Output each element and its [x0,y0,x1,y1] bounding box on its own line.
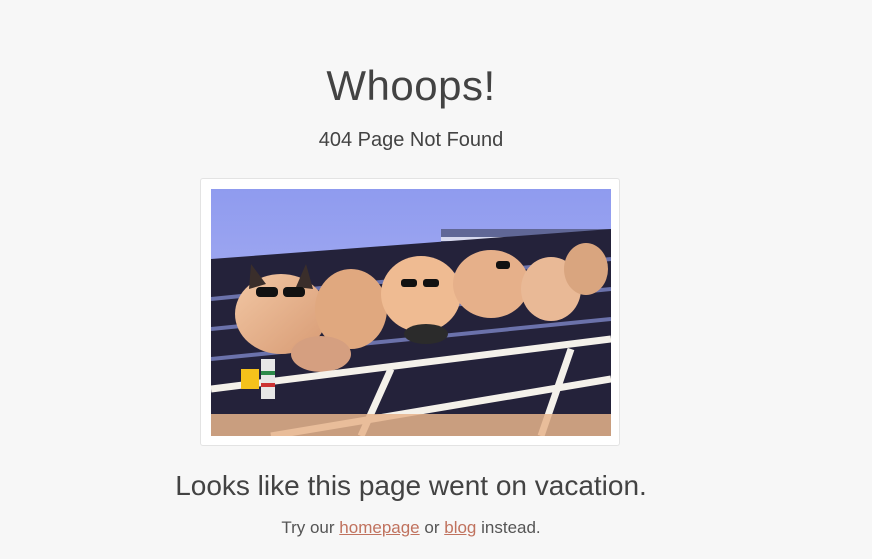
page-title: Whoops! [326,62,496,109]
redirect-hint: Try our homepage or blog instead. [0,518,822,538]
hint-prefix: Try our [281,518,335,537]
image-frame [200,178,620,446]
hint-middle: or [424,518,440,537]
vacation-message: Looks like this page went on vacation. [175,470,647,501]
hint-suffix: instead. [481,518,541,537]
homepage-link[interactable]: homepage [339,518,419,537]
blog-link[interactable]: blog [444,518,476,537]
vacation-dogs-image [211,189,611,436]
error-code-subtitle: 404 Page Not Found [318,129,504,151]
